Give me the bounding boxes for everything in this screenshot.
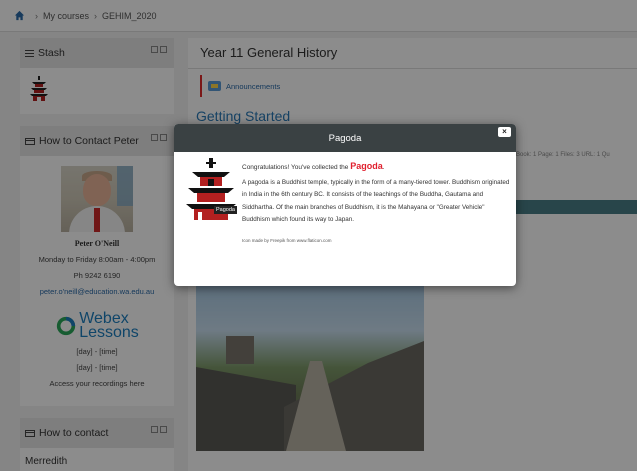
item-tooltip: Pagoda xyxy=(214,206,237,214)
congrats-prefix: Congratulations! You've collected the xyxy=(242,164,351,171)
item-description: A pagoda is a Buddhist temple, typically… xyxy=(242,178,510,224)
congrats-suffix: . xyxy=(382,164,385,171)
item-name: Pagoda xyxy=(350,161,383,171)
icon-credit[interactable]: Icon made by Freepik from www.flaticon.c… xyxy=(242,235,512,248)
close-button[interactable]: × xyxy=(498,127,511,137)
dialog-title: Pagoda xyxy=(328,132,362,144)
dialog-header: Pagoda xyxy=(174,124,516,152)
congrats-message: Congratulations! You've collected the Pa… xyxy=(242,160,512,175)
stash-item-dialog: Pagoda × Pagoda Congratulations! You've … xyxy=(174,124,516,286)
